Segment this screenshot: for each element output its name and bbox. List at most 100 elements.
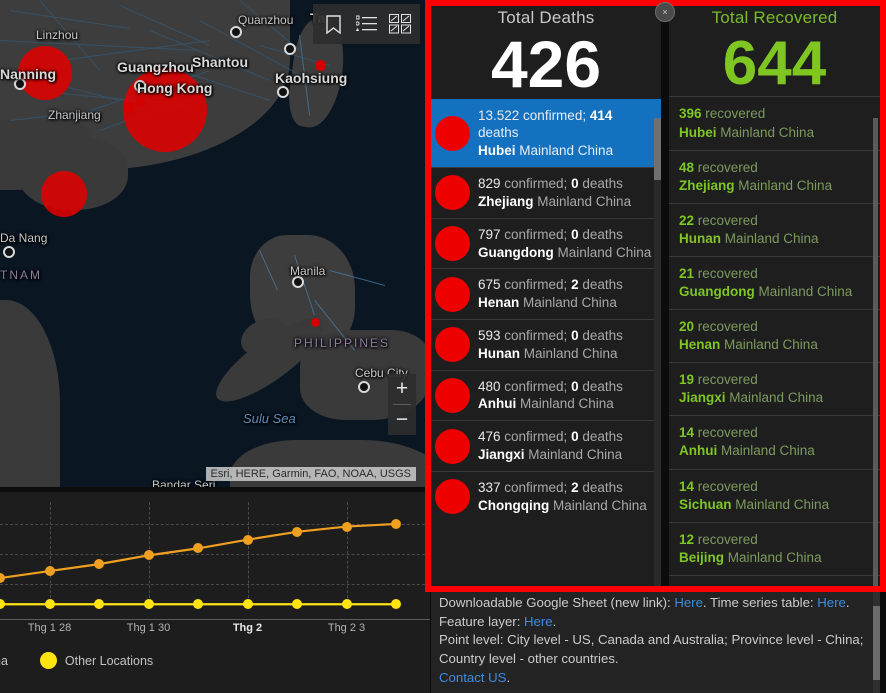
bookmark-icon[interactable]	[317, 4, 350, 44]
chart-line-2	[0, 603, 396, 606]
recovered-list-item[interactable]: 19 recovered Jiangxi Mainland China	[669, 362, 880, 415]
deaths-list-item[interactable]: 797 confirmed; 0 deaths Guangdong Mainlan…	[431, 217, 661, 269]
map-case-marker[interactable]	[311, 318, 320, 327]
recovered-scroll-thumb[interactable]	[873, 118, 878, 586]
map-city-dot	[284, 43, 296, 55]
footer-line-3: Contact US.	[439, 669, 874, 688]
recovered-list-item[interactable]: 12 recovered Beijing Mainland China	[669, 521, 880, 575]
case-marker-icon	[435, 479, 470, 515]
case-marker-icon	[435, 175, 470, 211]
legend-item-other-locations: Other Locations	[39, 652, 154, 669]
chart-point[interactable]	[242, 599, 253, 610]
recovered-item-part: 21	[679, 265, 695, 281]
recovered-list-item[interactable]: 20 recovered Henan Mainland China	[669, 309, 880, 362]
footer-link-sheet[interactable]: Here	[674, 595, 703, 610]
deaths-list-item[interactable]: 480 confirmed; 0 deaths Anhui Mainland Ch…	[431, 369, 661, 421]
deaths-item-text: 337 confirmed; 2 deaths Chongqing Mainlan…	[478, 479, 647, 515]
legend-list-icon[interactable]	[350, 4, 383, 44]
map-view[interactable]: Linzhou Nanning Guangzhou Hong Kong Zhanjian…	[0, 0, 430, 487]
recovered-list-item[interactable]: 10 recovered	[669, 574, 880, 586]
chart-point[interactable]	[94, 599, 104, 610]
deaths-scroll-thumb[interactable]	[654, 118, 661, 180]
recovered-item-part: recovered	[694, 319, 758, 335]
footer-link-featurelayer[interactable]: Here	[524, 614, 553, 629]
deaths-list-item[interactable]: 593 confirmed; 0 deaths Hunan Mainland Ch…	[431, 318, 661, 370]
zoom-in-button[interactable]: +	[388, 374, 416, 404]
recovered-item-part: recovered	[694, 478, 758, 494]
timeseries-chart[interactable]: Thg 1 28 Thg 1 30 Thg 2 Thg 2 3 na Other Loc…	[0, 492, 430, 693]
deaths-item-part: 0	[571, 226, 579, 242]
recovered-item-text: 10 recovered	[679, 584, 758, 586]
close-icon[interactable]: ×	[655, 2, 675, 22]
zoom-out-button[interactable]: −	[388, 405, 416, 435]
recovered-list-item[interactable]: 22 recovered Hunan Mainland China	[669, 202, 880, 256]
map-city-dot	[3, 246, 15, 258]
deaths-title: Total Deaths	[497, 8, 595, 27]
footer-scroll-thumb[interactable]	[873, 606, 880, 680]
map-label: Linzhou	[36, 28, 79, 42]
deaths-list-item[interactable]: 829 confirmed; 0 deaths Zhejiang Mainland…	[431, 167, 661, 218]
expand-icon[interactable]	[383, 4, 416, 44]
recovered-item-part: recovered	[694, 585, 758, 586]
recovered-list-item[interactable]: 48 recovered Zhejiang Mainland China	[669, 149, 880, 203]
deaths-item-part: Hunan	[478, 345, 520, 361]
recovered-item-part: 22	[679, 212, 695, 228]
map-case-marker[interactable]	[123, 102, 134, 113]
recovered-list-item[interactable]: 396 recovered Hubei Mainland China	[669, 96, 880, 149]
deaths-item-part: Guangdong	[478, 244, 554, 260]
recovered-item-text: 14 recovered Anhui Mainland China	[679, 424, 815, 460]
footer-link-timeseries[interactable]: Here	[817, 595, 846, 610]
deaths-list[interactable]: 13.522 confirmed; 414 deaths Hubei Mainla…	[431, 98, 661, 586]
stats-panels: Total Deaths 426 13.522 confirmed; 414 d…	[431, 0, 880, 586]
recovered-list[interactable]: 396 recovered Hubei Mainland China 48 reco…	[669, 96, 880, 586]
deaths-item-part: confirmed;	[500, 277, 572, 293]
recovered-item-part: recovered	[694, 212, 758, 228]
map-case-marker[interactable]	[41, 171, 87, 217]
deaths-item-part: 2	[571, 277, 579, 293]
deaths-item-part: deaths	[578, 226, 623, 242]
map-label: Manila	[290, 264, 326, 278]
footer-line-1: Downloadable Google Sheet (new link): He…	[439, 594, 874, 631]
map-label: Quanzhou	[238, 13, 294, 27]
deaths-item-part: 593	[478, 327, 501, 343]
deaths-item-part: confirmed;	[500, 176, 572, 192]
legend-item-mainland-china: na	[0, 654, 8, 668]
recovered-item-part: Mainland China	[716, 124, 815, 140]
chart-point[interactable]	[341, 599, 352, 610]
deaths-item-part: Jiangxi	[478, 447, 525, 462]
recovered-list-item[interactable]: 14 recovered Anhui Mainland China	[669, 415, 880, 468]
recovered-scrollbar[interactable]	[873, 118, 880, 586]
total-recovered-panel: Total Recovered 644 396 recovered Hubei M…	[669, 0, 880, 586]
legend-label: na	[0, 653, 8, 668]
map-case-marker[interactable]	[137, 98, 145, 106]
deaths-list-item[interactable]: 476 confirmed; 0 deaths Jiangxi Mainland …	[431, 420, 661, 471]
map-label: PHILIPPINES	[294, 336, 391, 350]
chart-point[interactable]	[143, 599, 154, 610]
deaths-item-part: 797	[478, 226, 501, 242]
legend-label: Other Locations	[64, 653, 154, 668]
recovered-list-item[interactable]: 21 recovered Guangdong Mainland China	[669, 255, 880, 309]
deaths-item-part: 2	[571, 479, 579, 495]
map-label: Nanning	[0, 66, 56, 82]
recovered-list-item[interactable]: 14 recovered Sichuan Mainland China	[669, 468, 880, 522]
deaths-list-item[interactable]: 337 confirmed; 2 deaths Chongqing Mainlan…	[431, 470, 661, 522]
deaths-list-item[interactable]: 675 confirmed; 2 deaths Henan Mainland Ch…	[431, 268, 661, 319]
chart-point[interactable]	[391, 599, 401, 610]
map-toolbar[interactable]	[313, 4, 420, 44]
chart-point[interactable]	[193, 599, 203, 610]
recovered-item-text: 48 recovered Zhejiang Mainland China	[679, 159, 832, 195]
footer-link-contact[interactable]: Contact US	[439, 670, 506, 685]
map-zoom-controls[interactable]: + −	[388, 374, 416, 435]
deaths-scrollbar[interactable]	[654, 118, 661, 586]
deaths-item-part: deaths	[578, 327, 623, 343]
footer-info[interactable]: Downloadable Google Sheet (new link): He…	[431, 592, 880, 693]
recovered-item-part: recovered	[694, 265, 758, 281]
deaths-item-part: confirmed;	[500, 479, 572, 495]
footer-text-1d: .	[552, 613, 557, 629]
chart-point[interactable]	[292, 599, 302, 610]
footer-scrollbar[interactable]	[873, 592, 880, 693]
recovered-item-part: recovered	[694, 531, 758, 547]
deaths-list-item[interactable]: 13.522 confirmed; 414 deaths Hubei Mainla…	[431, 98, 661, 168]
chart-point[interactable]	[44, 599, 55, 610]
deaths-item-part: Mainland China	[549, 497, 647, 513]
